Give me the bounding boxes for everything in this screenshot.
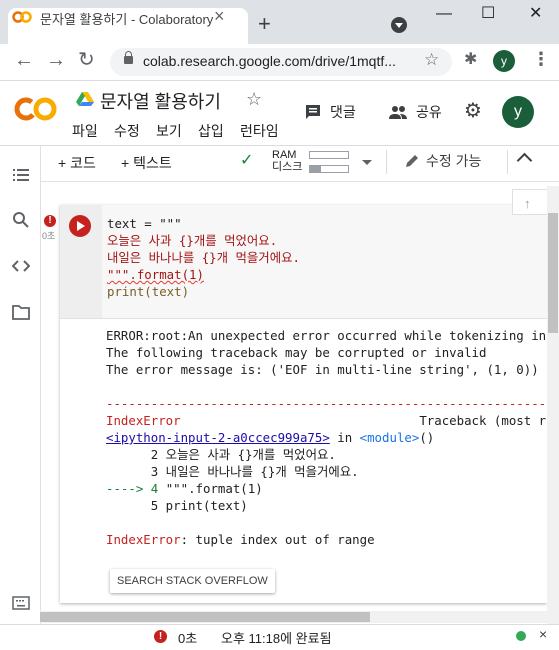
disk-label: 디스크 (272, 161, 303, 173)
exec-time: 0초 (42, 231, 56, 241)
reload-icon[interactable]: ↻ (78, 50, 95, 70)
ram-meter (309, 151, 349, 159)
header-divider (0, 145, 559, 146)
traceback-line-4: """.format(1) (165, 481, 263, 496)
star-icon[interactable]: ☆ (246, 89, 262, 109)
traceback-line-2: 2 오늘은 사과 {}개를 먹었어요. (106, 447, 336, 462)
final-exc-name: IndexError (106, 532, 181, 547)
arrow-up-icon[interactable]: ↑ (524, 197, 531, 210)
add-text-button[interactable]: + 텍스트 (121, 153, 172, 173)
output-error-2: The following traceback may be corrupted… (106, 345, 487, 360)
menu-edit[interactable]: 수정 (114, 121, 140, 141)
chevron-down-icon[interactable] (362, 160, 372, 165)
share-button[interactable]: 공유 (388, 100, 442, 124)
lock-icon[interactable] (124, 51, 133, 64)
traceback-arrow: ----> 4 (106, 481, 166, 496)
status-time[interactable]: 0초 (178, 628, 197, 647)
code-line-3: 내일은 바나나를 {}개 먹을거에요. (107, 250, 300, 265)
close-window-button[interactable]: ✕ (529, 6, 542, 22)
browser-avatar[interactable]: y (493, 50, 515, 72)
tab-search-icon[interactable] (391, 17, 407, 33)
bookmark-star-icon[interactable]: ☆ (424, 51, 439, 68)
traceback-header: Traceback (most recent call last) (419, 413, 546, 428)
menu-file[interactable]: 파일 (72, 121, 98, 141)
menu-insert[interactable]: 삽입 (198, 121, 224, 141)
browser-menu-icon[interactable]: ⋮ (532, 50, 550, 68)
url-text[interactable]: colab.research.google.com/drive/1mqtf... (143, 53, 396, 69)
output-error-3: The error message is: ('EOF in multi-lin… (106, 362, 539, 377)
module-name: <module> (359, 430, 420, 445)
terminal-icon[interactable] (12, 596, 30, 610)
search-stack-overflow-button[interactable]: SEARCH STACK OVERFLOW (110, 569, 275, 593)
avatar[interactable]: y (502, 96, 534, 128)
maximize-button[interactable]: ☐ (481, 6, 495, 22)
search-icon[interactable] (12, 211, 30, 229)
menu-runtime[interactable]: 런타임 (240, 121, 279, 141)
folder-icon[interactable] (12, 303, 30, 321)
add-code-button[interactable]: + 코드 (58, 153, 96, 173)
code-line-2: 오늘은 사과 {}개를 먹었어요. (107, 233, 278, 248)
status-error-icon: ! (154, 630, 167, 643)
comment-icon (306, 105, 320, 119)
pencil-icon (406, 155, 418, 167)
toolbar-divider (40, 181, 559, 182)
disk-meter-fill (310, 166, 322, 172)
cell-toolbar[interactable]: ↑ (512, 189, 548, 215)
toolbar-separator (386, 150, 387, 174)
code-line-4: """.format(1) (107, 267, 204, 282)
notebook-title[interactable]: 문자열 활용하기 (100, 88, 221, 114)
menu-view[interactable]: 보기 (156, 121, 182, 141)
status-completed[interactable]: 오후 11:18에 완료됨 (221, 628, 332, 647)
colab-logo-icon[interactable] (14, 96, 58, 122)
tab-title: 문자열 활용하기 - Colaboratory (40, 12, 214, 27)
forward-arrow-icon[interactable]: → (46, 50, 66, 70)
people-icon (389, 106, 407, 119)
new-tab-button[interactable]: + (258, 13, 271, 35)
input-link[interactable]: <ipython-input-2-a0ccec999a75> (106, 430, 330, 445)
edit-mode-label: 수정 가능 (426, 153, 482, 169)
back-arrow-icon[interactable]: ← (14, 50, 34, 70)
output-exc-name: IndexError (106, 413, 181, 428)
ram-label: RAM (272, 149, 297, 161)
error-status-icon: ! (44, 215, 56, 227)
in-word: in (329, 430, 360, 445)
toolbar-separator (507, 150, 508, 174)
share-label: 공유 (416, 104, 442, 120)
resources-indicator[interactable]: RAM 디스크 (272, 149, 302, 173)
extensions-puzzle-icon[interactable]: ✱ (464, 52, 477, 68)
output-error-1: ERROR:root:An unexpected error occurred … (106, 328, 546, 343)
tab-close-icon[interactable]: × (214, 7, 225, 25)
comment-label: 댓글 (330, 104, 356, 120)
minimize-button[interactable]: — (436, 6, 452, 22)
code-line-1: text = """ (107, 216, 182, 231)
chevron-up-icon[interactable] (516, 152, 533, 169)
connected-check-icon[interactable]: ✓ (240, 153, 253, 169)
traceback-line-5: 5 print(text) (106, 498, 248, 513)
output-separator: ----------------------------------------… (106, 396, 546, 411)
vertical-scroll-thumb[interactable] (548, 213, 558, 333)
status-connected-dot (516, 631, 526, 641)
gear-icon[interactable]: ⚙ (464, 101, 482, 121)
comment-button[interactable]: 댓글 (304, 100, 356, 124)
code-text[interactable]: text = """ 오늘은 사과 {}개를 먹었어요. 내일은 바나나를 {}… (107, 215, 300, 300)
cell-output: ERROR:root:An unexpected error occurred … (106, 327, 546, 557)
colab-favicon-icon (12, 11, 32, 23)
traceback-line-3: 3 내일은 바나나를 {}개 먹을거에요. (106, 464, 359, 479)
toc-list-icon[interactable] (12, 166, 30, 184)
disk-meter (309, 165, 349, 173)
run-cell-button[interactable] (69, 215, 91, 237)
final-exc-msg: : tuple index out of range (180, 532, 375, 547)
edit-mode-button[interactable]: 수정 가능 (404, 151, 481, 171)
google-drive-icon[interactable] (76, 91, 94, 107)
module-paren: () (419, 430, 435, 445)
status-close-icon[interactable]: × (539, 627, 547, 641)
horizontal-scroll-thumb[interactable] (40, 612, 370, 622)
code-snippets-icon[interactable] (12, 257, 30, 275)
code-line-5: print(text) (107, 284, 190, 299)
